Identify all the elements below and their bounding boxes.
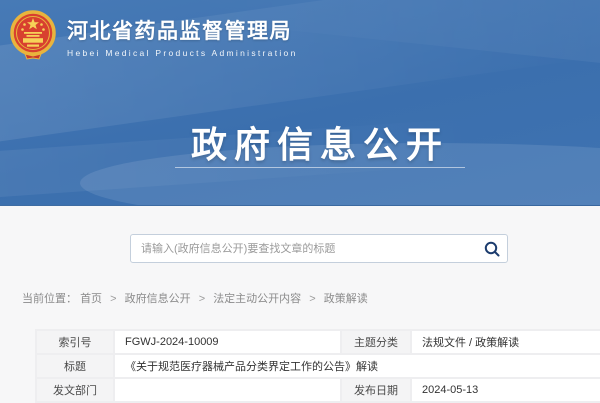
topic-category-value: 法规文件 / 政策解读 bbox=[411, 330, 600, 354]
site-titles: 河北省药品监督管理局 Hebei Medical Products Admini… bbox=[67, 15, 298, 58]
issuing-dept-value bbox=[114, 378, 341, 402]
topic-category-label: 主题分类 bbox=[341, 330, 411, 354]
site-title: 河北省药品监督管理局 bbox=[67, 15, 298, 45]
table-row: 标题 《关于规范医疗器械产品分类界定工作的公告》解读 bbox=[36, 354, 600, 378]
page-title-underline bbox=[175, 167, 465, 168]
document-info-table: 索引号 FGWJ-2024-10009 主题分类 法规文件 / 政策解读 标题 … bbox=[35, 329, 600, 403]
breadcrumb-separator: > bbox=[110, 293, 116, 305]
search-box bbox=[130, 234, 508, 263]
publish-date-label: 发布日期 bbox=[341, 378, 411, 402]
breadcrumb-separator: > bbox=[309, 293, 315, 305]
table-row: 索引号 FGWJ-2024-10009 主题分类 法规文件 / 政策解读 bbox=[36, 330, 600, 354]
breadcrumb-item-gov-info[interactable]: 政府信息公开 bbox=[125, 293, 191, 305]
search-input[interactable] bbox=[131, 235, 479, 262]
search-button[interactable] bbox=[479, 235, 505, 262]
site-subtitle-en: Hebei Medical Products Administration bbox=[67, 48, 298, 58]
index-number-label: 索引号 bbox=[36, 330, 114, 354]
issuing-dept-label: 发文部门 bbox=[36, 378, 114, 402]
breadcrumb-label: 当前位置： bbox=[22, 293, 77, 305]
hero-banner: 河北省药品监督管理局 Hebei Medical Products Admini… bbox=[0, 0, 600, 206]
breadcrumb: 当前位置： 首页 > 政府信息公开 > 法定主动公开内容 > 政策解读 bbox=[22, 290, 368, 306]
breadcrumb-separator: > bbox=[199, 293, 205, 305]
table-row: 发文部门 发布日期 2024-05-13 bbox=[36, 378, 600, 402]
site-header: 河北省药品监督管理局 Hebei Medical Products Admini… bbox=[9, 10, 298, 62]
breadcrumb-item-policy-interpretation[interactable]: 政策解读 bbox=[324, 293, 368, 305]
title-label: 标题 bbox=[36, 354, 114, 378]
national-emblem-icon bbox=[9, 10, 57, 62]
publish-date-value: 2024-05-13 bbox=[411, 378, 600, 402]
title-value: 《关于规范医疗器械产品分类界定工作的公告》解读 bbox=[114, 354, 600, 378]
breadcrumb-item-home[interactable]: 首页 bbox=[80, 293, 102, 305]
page-title: 政府信息公开 bbox=[0, 116, 600, 168]
index-number-value: FGWJ-2024-10009 bbox=[114, 330, 341, 354]
search-icon bbox=[483, 240, 501, 258]
breadcrumb-item-statutory-disclosure[interactable]: 法定主动公开内容 bbox=[213, 293, 301, 305]
